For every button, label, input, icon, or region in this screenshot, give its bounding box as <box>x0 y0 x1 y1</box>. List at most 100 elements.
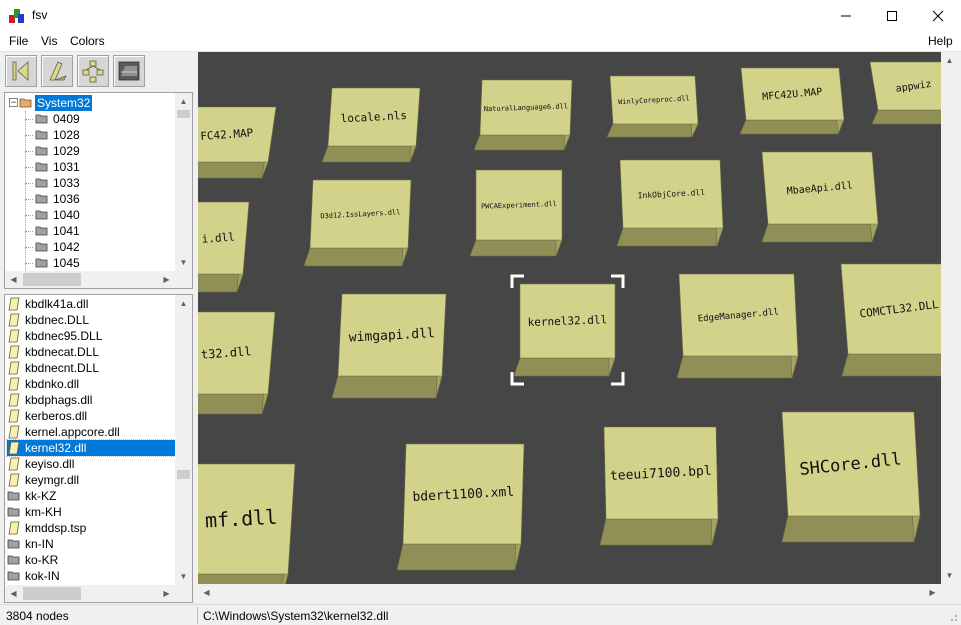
file-block[interactable]: bdert1100.xml <box>396 443 525 571</box>
list-item-label: keyiso.dll <box>25 457 75 471</box>
list-item[interactable]: kmddsp.tsp <box>7 520 175 536</box>
birdseye-view-button[interactable] <box>41 55 73 87</box>
list-item[interactable]: kerberos.dll <box>7 408 175 424</box>
resize-grip-icon[interactable] <box>948 612 958 622</box>
list-item[interactable]: km-KH <box>7 504 175 520</box>
scroll-left-arrow-icon[interactable]: ◀ <box>5 271 22 288</box>
file-block[interactable]: MFC42U.MAP <box>739 67 845 135</box>
block-front-face <box>761 223 879 243</box>
maximize-button[interactable] <box>869 0 915 31</box>
scroll-thumb[interactable] <box>177 470 190 479</box>
tree-item[interactable]: 0409 <box>25 111 82 127</box>
block-front-face <box>739 119 845 135</box>
list-item[interactable]: kbdlk41a.dll <box>7 296 175 312</box>
view-vertical-scrollbar[interactable]: ▲ ▼ <box>941 52 958 584</box>
list-item[interactable]: kernel32.dll <box>6 439 176 457</box>
directory-tree[interactable]: − System32 0409 1028 1029 1031 1033 1036 1040 1… <box>4 92 193 289</box>
scroll-thumb[interactable] <box>23 273 81 286</box>
scroll-down-arrow-icon[interactable]: ▼ <box>175 568 192 585</box>
menu-colors[interactable]: Colors <box>70 34 105 48</box>
tree-horizontal-scrollbar[interactable]: ◀ ▶ <box>5 271 192 288</box>
view-horizontal-scrollbar[interactable]: ◀ ▶ <box>198 584 941 601</box>
file-block[interactable]: wimgapi.dll <box>331 293 447 399</box>
tree-item[interactable]: 1029 <box>25 143 82 159</box>
tree-item-label: 1029 <box>53 144 80 158</box>
scroll-thumb[interactable] <box>177 110 190 118</box>
file-block[interactable]: mf.dll <box>198 463 296 584</box>
file-block[interactable]: SHCore.dll <box>781 411 921 543</box>
menu-vis[interactable]: Vis <box>41 34 57 48</box>
list-item[interactable]: kk-KZ <box>7 488 175 504</box>
block-front-face <box>198 273 244 293</box>
toggle-view-button[interactable] <box>113 55 145 87</box>
scroll-left-arrow-icon[interactable]: ◀ <box>5 585 22 602</box>
file-block[interactable]: locale.nls <box>321 87 421 163</box>
tree-vertical-scrollbar[interactable]: ▲ ▼ <box>175 93 192 271</box>
list-item[interactable]: kbdnecnt.DLL <box>7 360 175 376</box>
tree-item[interactable]: 1033 <box>25 175 82 191</box>
3d-filesystem-view[interactable]: FC42.MAP locale.nls NaturalLanguage6.dll Wi… <box>198 52 941 584</box>
tree-item[interactable]: 1036 <box>25 191 82 207</box>
list-horizontal-scrollbar[interactable]: ◀ ▶ <box>5 585 192 602</box>
file-block[interactable]: WinlyCoreproc.dll <box>606 75 699 138</box>
scroll-thumb[interactable] <box>23 587 81 600</box>
tree-item[interactable]: 1042 <box>25 239 82 255</box>
list-item[interactable]: kbdnec.DLL <box>7 312 175 328</box>
scroll-up-arrow-icon[interactable]: ▲ <box>175 93 192 110</box>
minimize-button[interactable] <box>823 0 869 31</box>
file-list[interactable]: kbdlk41a.dll kbdnec.DLL kbdnec95.DLL kbdnec… <box>4 294 193 603</box>
scroll-down-arrow-icon[interactable]: ▼ <box>175 254 192 271</box>
list-item[interactable]: kbdnko.dll <box>7 376 175 392</box>
list-item[interactable]: keymgr.dll <box>7 472 175 488</box>
tree-root-item[interactable]: System32 <box>19 95 93 111</box>
scroll-up-arrow-icon[interactable]: ▲ <box>175 295 192 312</box>
list-item[interactable]: kbdnecat.DLL <box>7 344 175 360</box>
scene-canvas[interactable]: FC42.MAP locale.nls NaturalLanguage6.dll Wi… <box>198 52 941 584</box>
file-block[interactable]: appwiz <box>869 61 941 125</box>
list-item-label: keymgr.dll <box>25 473 80 487</box>
collapse-toggle[interactable]: − <box>9 98 18 107</box>
tree-item[interactable]: 1028 <box>25 127 82 143</box>
close-button[interactable] <box>915 0 961 31</box>
list-vertical-scrollbar[interactable]: ▲ ▼ <box>175 295 192 585</box>
file-block[interactable]: COMCTL32.DLL <box>840 263 941 377</box>
list-item-label: kernel.appcore.dll <box>25 425 120 439</box>
list-item[interactable]: kbdnec95.DLL <box>7 328 175 344</box>
maximize-icon <box>887 10 897 21</box>
file-block[interactable]: i.dll <box>198 201 250 293</box>
list-item[interactable]: kbdphags.dll <box>7 392 175 408</box>
block-front-face <box>841 353 941 377</box>
tree-item[interactable]: 1040 <box>25 207 82 223</box>
menu-file[interactable]: File <box>9 34 28 48</box>
tree-item[interactable]: 1041 <box>25 223 82 239</box>
scroll-left-arrow-icon[interactable]: ◀ <box>198 584 215 601</box>
list-item[interactable]: kn-IN <box>7 536 175 552</box>
cd-up-button[interactable] <box>77 55 109 87</box>
file-block[interactable]: InkObjCore.dll <box>616 159 724 247</box>
scroll-down-arrow-icon[interactable]: ▼ <box>941 567 958 584</box>
file-block[interactable]: t32.dll <box>198 311 276 415</box>
file-block[interactable]: teeui7100.bpl <box>599 426 719 546</box>
scroll-right-arrow-icon[interactable]: ▶ <box>924 584 941 601</box>
file-block[interactable]: EdgeManager.dll <box>676 273 799 379</box>
tree-item[interactable]: 1031 <box>25 159 82 175</box>
open-folder-icon <box>19 98 32 108</box>
file-block[interactable]: D3d12.IssLayers.dll <box>303 179 412 267</box>
tree-item[interactable]: 1045 <box>25 255 82 271</box>
menu-help[interactable]: Help <box>928 34 953 48</box>
file-block[interactable]: PWCAExperiment.dll <box>469 169 563 257</box>
scroll-up-arrow-icon[interactable]: ▲ <box>941 52 958 69</box>
toggle-view-icon <box>118 61 140 81</box>
file-block[interactable]: FC42.MAP <box>198 106 277 179</box>
scroll-right-arrow-icon[interactable]: ▶ <box>158 271 175 288</box>
file-icon <box>8 377 20 391</box>
list-item[interactable]: ko-KR <box>7 552 175 568</box>
file-block[interactable]: MbaeApi.dll <box>761 151 879 243</box>
back-to-root-button[interactable] <box>5 55 37 87</box>
list-item[interactable]: kernel.appcore.dll <box>7 424 175 440</box>
list-item[interactable]: keyiso.dll <box>7 456 175 472</box>
file-block[interactable]: NaturalLanguage6.dll <box>473 79 573 151</box>
list-item[interactable]: kok-IN <box>7 568 175 584</box>
file-block[interactable]: kernel32.dll <box>510 274 625 386</box>
scroll-right-arrow-icon[interactable]: ▶ <box>158 585 175 602</box>
